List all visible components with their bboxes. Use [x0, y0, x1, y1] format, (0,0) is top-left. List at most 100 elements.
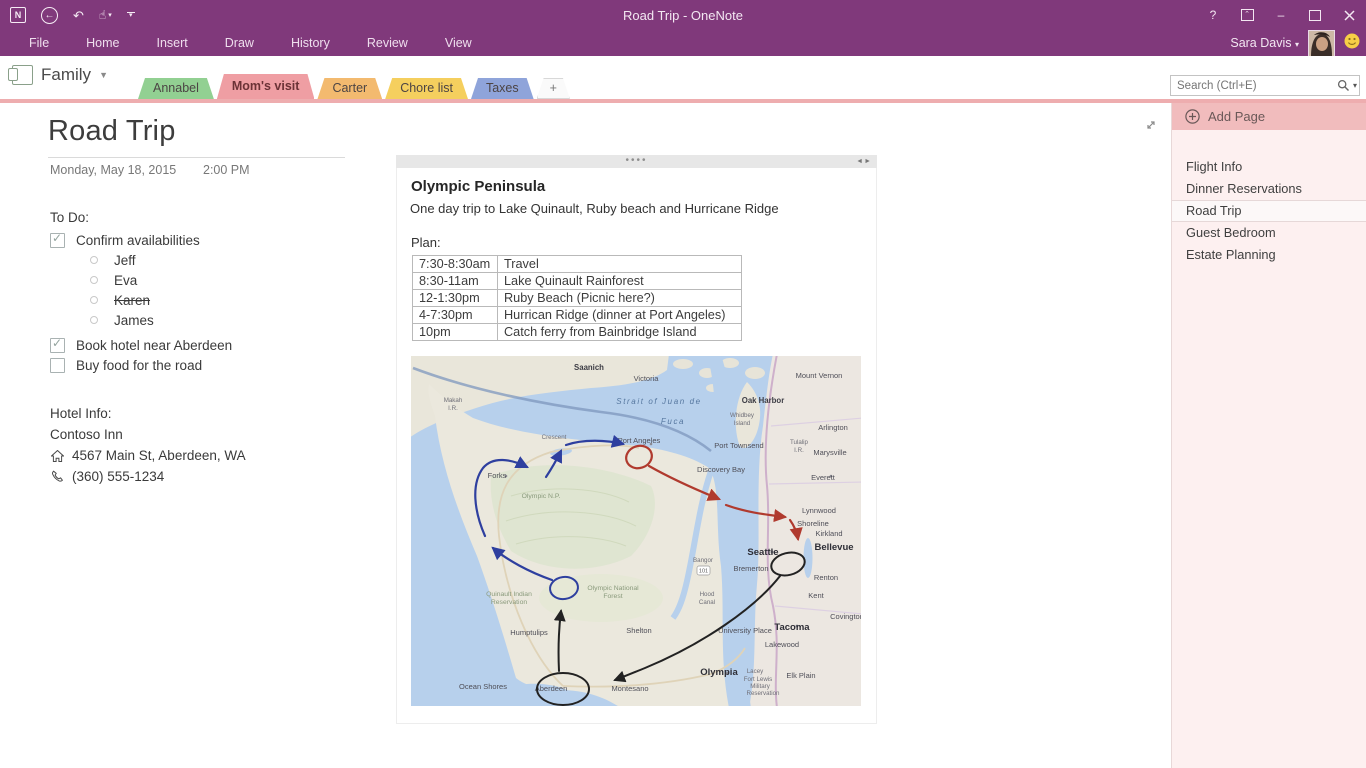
table-row: 4-7:30pmHurrican Ridge (dinner at Port A… — [413, 307, 742, 324]
todo-label: Jeff — [114, 253, 136, 268]
section-tab-carter[interactable]: Carter — [317, 78, 382, 99]
map-image: SaanichVictoriaMount VernonOak HarborWhi… — [411, 356, 861, 706]
map-label: Lakewood — [765, 640, 799, 649]
avatar[interactable] — [1308, 30, 1335, 57]
ribbon-tab-insert[interactable]: Insert — [144, 30, 201, 56]
note-container: •••• ◄► Olympic Peninsula One day trip t… — [396, 155, 877, 724]
touch-mouse-mode-button[interactable]: ☝ ▾ — [99, 8, 112, 22]
hotel-info-outline: Hotel Info: Contoso Inn 4567 Main St, Ab… — [50, 403, 246, 487]
user-account-menu[interactable]: Sara Davis ▾ — [1230, 36, 1299, 50]
map-label: University Place — [718, 626, 772, 635]
map-label: Hood — [700, 591, 715, 598]
todo-checkbox[interactable]: ✓ — [50, 338, 65, 353]
plan-time-cell: 8:30-11am — [413, 273, 498, 290]
todo-checkbox[interactable] — [50, 358, 65, 373]
search-scope-dropdown[interactable]: ▾ — [1353, 81, 1357, 90]
map-label: Ocean Shores — [459, 682, 507, 691]
container-resize-arrows-icon[interactable]: ◄► — [856, 155, 872, 168]
note-container-handle[interactable]: •••• ◄► — [396, 155, 877, 168]
map-label: Everett — [811, 473, 836, 482]
todo-label: Karen — [114, 293, 150, 308]
map-label: Bremerton — [733, 564, 768, 573]
map-label: Renton — [814, 573, 838, 582]
back-button[interactable]: ← — [41, 7, 58, 24]
notebook-switcher[interactable]: Family ▼ — [12, 65, 108, 85]
plan-time-cell: 10pm — [413, 324, 498, 341]
map-label: Fuca — [661, 417, 685, 426]
maximize-button[interactable] — [1298, 0, 1332, 30]
navigation-strip: Family ▼ AnnabelMom's visitCarterChore l… — [0, 56, 1366, 99]
full-page-view-button[interactable] — [1141, 115, 1161, 135]
help-button[interactable]: ? — [1196, 0, 1230, 30]
ribbon-tab-draw[interactable]: Draw — [212, 30, 267, 56]
close-icon — [1344, 10, 1355, 21]
map-label: Tulalip — [790, 439, 809, 446]
title-bar: N ← ↶ ☝ ▾ ▾ Road Trip - OneNote ? ⌃ – — [0, 0, 1366, 56]
map-label: Military — [750, 683, 770, 690]
search-box[interactable]: ▾ — [1170, 75, 1360, 96]
plus-circle-icon — [1185, 109, 1200, 124]
todo-item: ✓ Book hotel near Aberdeen — [50, 335, 370, 355]
table-row: 7:30-8:30amTravel — [413, 256, 742, 273]
maximize-icon — [1309, 10, 1321, 21]
map-label: Shelton — [626, 626, 651, 635]
hotel-heading: Hotel Info: — [50, 403, 246, 424]
page-list: Flight InfoDinner ReservationsRoad TripG… — [1172, 130, 1366, 266]
send-smile-button[interactable] — [1344, 33, 1360, 54]
ribbon-tab-history[interactable]: History — [278, 30, 343, 56]
minimize-button[interactable]: – — [1264, 0, 1298, 30]
onenote-app-icon: N — [10, 7, 26, 23]
hotel-phone-row: (360) 555-1234 — [50, 466, 246, 487]
chevron-down-icon: ▾ — [129, 14, 133, 18]
page-list-item-flight-info[interactable]: Flight Info — [1172, 156, 1366, 178]
note-heading: Olympic Peninsula — [411, 178, 545, 195]
ribbon-tab-view[interactable]: View — [432, 30, 485, 56]
table-row: 12-1:30pmRuby Beach (Picnic here?) — [413, 290, 742, 307]
page-list-item-guest-bedroom[interactable]: Guest Bedroom — [1172, 222, 1366, 244]
todo-item: Jeff — [50, 250, 370, 270]
note-subtitle: One day trip to Lake Quinault, Ruby beac… — [410, 201, 779, 216]
new-section-button[interactable]: + — [537, 78, 570, 99]
map-label: Reservation — [746, 690, 780, 697]
todo-label: James — [114, 313, 154, 328]
page-list-item-road-trip[interactable]: Road Trip — [1172, 200, 1366, 222]
ribbon-display-icon: ⌃ — [1241, 9, 1254, 21]
todo-label: Book hotel near Aberdeen — [76, 338, 232, 353]
page-title[interactable]: Road Trip — [48, 115, 176, 148]
ribbon-tab-review[interactable]: Review — [354, 30, 421, 56]
close-button[interactable] — [1332, 0, 1366, 30]
map-label: Oak Harbor — [742, 396, 784, 405]
add-page-button[interactable]: Add Page — [1172, 103, 1366, 130]
map-label: Humptulips — [510, 628, 548, 637]
ribbon-tab-file[interactable]: File — [16, 30, 62, 56]
todo-item: Buy food for the road — [50, 355, 370, 375]
section-tab-chore-list[interactable]: Chore list — [385, 78, 468, 99]
undo-button[interactable]: ↶ — [73, 9, 84, 22]
ribbon-display-options-button[interactable]: ⌃ — [1230, 0, 1264, 30]
page-list-item-estate-planning[interactable]: Estate Planning — [1172, 244, 1366, 266]
todo-item: Eva — [50, 270, 370, 290]
section-tab-mom-s-visit[interactable]: Mom's visit — [217, 74, 315, 99]
section-tab-annabel[interactable]: Annabel — [138, 78, 214, 99]
todo-item: ✓Confirm availabilities — [50, 230, 370, 250]
todo-checkbox[interactable]: ✓ — [50, 233, 65, 248]
map-label: Shoreline — [797, 519, 829, 528]
map-label: Victoria — [634, 374, 660, 383]
todo-item: James — [50, 310, 370, 330]
customize-quick-access-button[interactable]: ▾ — [127, 12, 135, 18]
ribbon-tab-home[interactable]: Home — [73, 30, 132, 56]
home-icon — [51, 450, 64, 462]
plan-time-cell: 7:30-8:30am — [413, 256, 498, 273]
search-icon[interactable] — [1337, 79, 1350, 92]
hotel-phone: (360) 555-1234 — [72, 469, 164, 484]
map-label: Saanich — [574, 363, 604, 372]
map-label: Arlington — [818, 423, 848, 432]
page-list-item-dinner-reservations[interactable]: Dinner Reservations — [1172, 178, 1366, 200]
search-input[interactable] — [1171, 80, 1337, 92]
bullet-icon — [90, 276, 98, 284]
map-label: Mount Vernon — [796, 371, 843, 380]
todo-label: Buy food for the road — [76, 358, 202, 373]
section-tab-taxes[interactable]: Taxes — [471, 78, 534, 99]
map-label: Forks — [488, 471, 507, 480]
map-label: Kent — [808, 591, 824, 600]
